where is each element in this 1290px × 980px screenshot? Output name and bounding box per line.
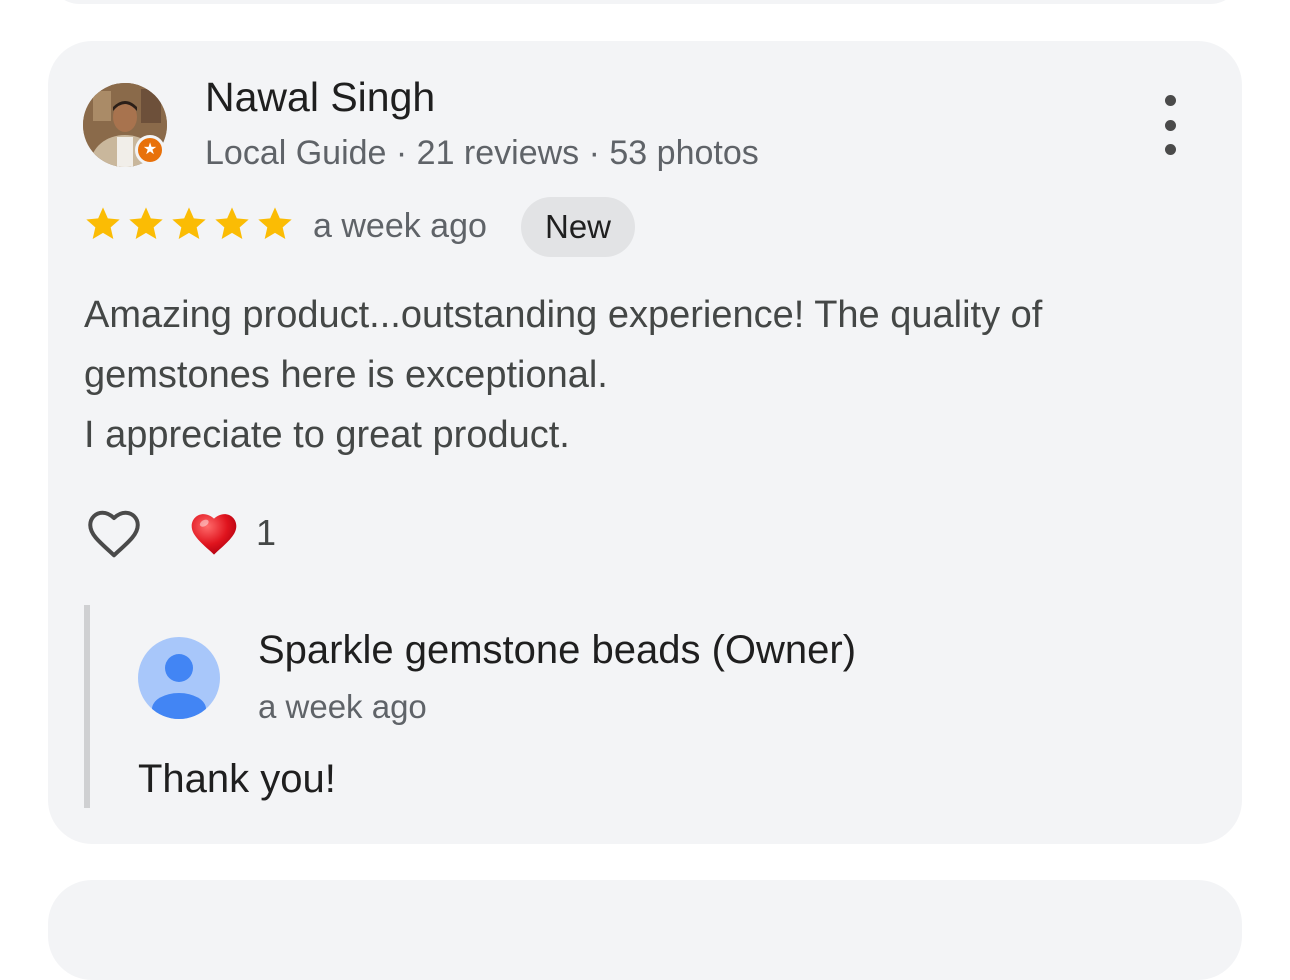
reviewer-meta[interactable]: Local Guide · 21 reviews · 53 photos — [205, 134, 759, 173]
reply-divider — [84, 605, 90, 808]
like-button[interactable] — [83, 504, 145, 564]
star-icon — [86, 207, 120, 239]
person-icon — [138, 637, 220, 719]
star-icon — [129, 207, 163, 239]
next-review-card — [48, 880, 1242, 980]
owner-reply-text: Thank you! — [138, 757, 336, 801]
review-text-line: Amazing product...outstanding experience… — [84, 294, 1043, 336]
star-rating — [83, 204, 295, 244]
heart-outline-icon — [88, 510, 140, 558]
reaction-count: 1 — [256, 512, 277, 553]
star-icon — [258, 207, 292, 239]
owner-name[interactable]: Sparkle gemstone beads (Owner) — [258, 628, 856, 673]
reviewer-avatar[interactable]: ★ — [83, 83, 167, 167]
more-options-button[interactable] — [1150, 95, 1190, 155]
owner-avatar[interactable] — [138, 637, 220, 719]
review-time: a week ago — [313, 207, 487, 245]
red-heart-reaction-icon[interactable] — [188, 508, 240, 560]
star-icon — [172, 207, 206, 239]
review-text-line: gemstones here is exceptional. — [84, 354, 608, 396]
reviewer-name[interactable]: Nawal Singh — [205, 74, 435, 121]
owner-reply-time: a week ago — [258, 688, 427, 725]
star-icon — [215, 207, 249, 239]
new-badge: New — [521, 197, 636, 257]
review-text: Amazing product...outstanding experience… — [84, 285, 1194, 465]
local-guide-star-icon: ★ — [135, 135, 165, 165]
review-text-line: I appreciate to great product. — [84, 414, 570, 456]
more-vert-icon — [1164, 95, 1176, 106]
previous-review-card — [48, 0, 1242, 4]
